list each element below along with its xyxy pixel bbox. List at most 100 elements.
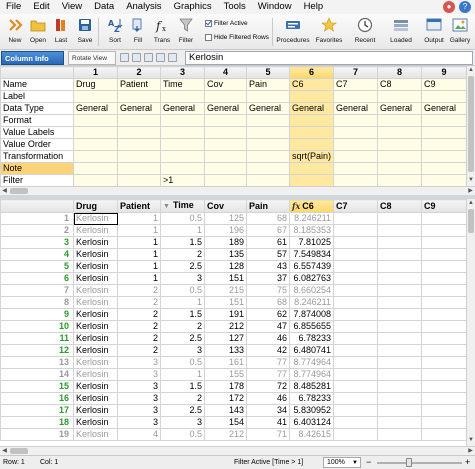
data-cell[interactable]: 0.5: [160, 212, 205, 225]
info-cell[interactable]: [73, 138, 118, 151]
info-row-label[interactable]: Value Order: [0, 138, 74, 151]
data-cell[interactable]: 3: [160, 344, 205, 357]
data-cell[interactable]: 3: [117, 356, 161, 369]
info-cell[interactable]: [160, 162, 205, 175]
scroll-thumb[interactable]: [10, 188, 28, 194]
row-number[interactable]: 14: [0, 368, 74, 381]
row-number[interactable]: 6: [0, 272, 74, 285]
menu-view[interactable]: View: [56, 0, 88, 14]
info-cell[interactable]: [421, 150, 467, 163]
data-cell[interactable]: Kerlosin: [73, 224, 118, 237]
data-cell[interactable]: [421, 356, 467, 369]
data-cell[interactable]: 1: [117, 236, 161, 249]
scroll-up-icon[interactable]: ▲: [467, 66, 475, 75]
info-cell[interactable]: [204, 126, 247, 139]
data-cell[interactable]: 1: [117, 260, 161, 273]
data-cell[interactable]: [421, 272, 467, 285]
data-cell[interactable]: 135: [204, 248, 247, 261]
data-cell[interactable]: 161: [204, 356, 247, 369]
data-cell[interactable]: 1: [117, 212, 161, 225]
info-cell[interactable]: [73, 126, 118, 139]
row-number[interactable]: 9: [0, 308, 74, 321]
data-cell[interactable]: [421, 380, 467, 393]
data-cell[interactable]: 2.5: [160, 404, 205, 417]
data-cell[interactable]: 2: [117, 296, 161, 309]
data-cell[interactable]: [421, 224, 467, 237]
scroll-thumb[interactable]: [468, 209, 474, 233]
info-row-label[interactable]: Name: [0, 78, 74, 91]
data-cell[interactable]: 62: [246, 308, 290, 321]
info-cell[interactable]: [246, 150, 290, 163]
data-cell[interactable]: [377, 368, 422, 381]
info-cell[interactable]: Time: [160, 78, 205, 91]
column-header[interactable]: fx C6: [289, 199, 334, 213]
data-cell[interactable]: [333, 320, 378, 333]
row-number[interactable]: 13: [0, 356, 74, 369]
info-cell[interactable]: [246, 126, 290, 139]
data-cell[interactable]: Kerlosin: [73, 332, 118, 345]
data-cell[interactable]: 2: [160, 392, 205, 405]
data-cell[interactable]: 151: [204, 272, 247, 285]
menu-edit[interactable]: Edit: [27, 0, 55, 14]
info-cell[interactable]: [204, 174, 247, 187]
data-cell[interactable]: 1: [160, 368, 205, 381]
data-cell[interactable]: 5.830952: [289, 404, 334, 417]
data-cell[interactable]: 212: [204, 320, 247, 333]
data-cell[interactable]: [333, 344, 378, 357]
data-cell[interactable]: [333, 392, 378, 405]
column-header[interactable]: Cov: [204, 199, 247, 213]
data-cell[interactable]: [333, 308, 378, 321]
info-cell[interactable]: [73, 90, 118, 103]
info-cell[interactable]: C9: [421, 78, 467, 91]
data-cell[interactable]: Kerlosin: [73, 308, 118, 321]
data-cell[interactable]: 1.5: [160, 236, 205, 249]
scroll-up-icon[interactable]: ▲: [467, 199, 475, 208]
info-cell[interactable]: [289, 126, 334, 139]
info-cell[interactable]: [333, 162, 378, 175]
data-cell[interactable]: [421, 392, 467, 405]
data-cell[interactable]: 127: [204, 332, 247, 345]
data-cell[interactable]: 72: [246, 380, 290, 393]
column-header[interactable]: Pain: [246, 199, 290, 213]
data-vertical-scrollbar[interactable]: ▲ ▼: [466, 199, 475, 446]
column-info-button[interactable]: Column Info: [1, 51, 64, 65]
info-cell[interactable]: [73, 114, 118, 127]
info-cell[interactable]: [246, 138, 290, 151]
info-cell[interactable]: [377, 174, 422, 187]
menu-tools[interactable]: Tools: [218, 0, 252, 14]
data-cell[interactable]: 6.78233: [289, 392, 334, 405]
output-button[interactable]: Output: [420, 16, 448, 48]
info-cell[interactable]: Drug: [73, 78, 118, 91]
info-cell[interactable]: [377, 138, 422, 151]
data-cell[interactable]: 2: [160, 320, 205, 333]
data-cell[interactable]: 1: [160, 296, 205, 309]
data-cell[interactable]: [421, 296, 467, 309]
data-cell[interactable]: Kerlosin: [73, 284, 118, 297]
data-cell[interactable]: 7.81025: [289, 236, 334, 249]
data-cell[interactable]: [333, 260, 378, 273]
data-cell[interactable]: 6.855655: [289, 320, 334, 333]
info-cell[interactable]: General: [377, 102, 422, 115]
favorites-button[interactable]: Favorites: [314, 16, 344, 48]
data-cell[interactable]: [377, 320, 422, 333]
zoom-in-icon[interactable]: +: [465, 456, 470, 469]
info-cell[interactable]: [246, 90, 290, 103]
data-cell[interactable]: 3: [117, 380, 161, 393]
info-cell[interactable]: [289, 162, 334, 175]
data-cell[interactable]: 7.874008: [289, 308, 334, 321]
data-cell[interactable]: Kerlosin: [73, 212, 118, 225]
column-header[interactable]: Patient: [117, 199, 161, 213]
data-cell[interactable]: 0.5: [160, 428, 205, 441]
row-number[interactable]: 2: [0, 224, 74, 237]
column-number-header[interactable]: 4: [204, 66, 247, 79]
data-cell[interactable]: 4: [117, 428, 161, 441]
data-cell[interactable]: 8.774964: [289, 356, 334, 369]
data-cell[interactable]: [333, 428, 378, 441]
column-header[interactable]: C9: [421, 199, 467, 213]
data-cell[interactable]: 77: [246, 356, 290, 369]
info-cell[interactable]: >1: [160, 174, 205, 187]
data-cell[interactable]: [377, 380, 422, 393]
data-cell[interactable]: 151: [204, 296, 247, 309]
data-cell[interactable]: [377, 392, 422, 405]
gallery-button[interactable]: Gallery: [446, 16, 474, 48]
